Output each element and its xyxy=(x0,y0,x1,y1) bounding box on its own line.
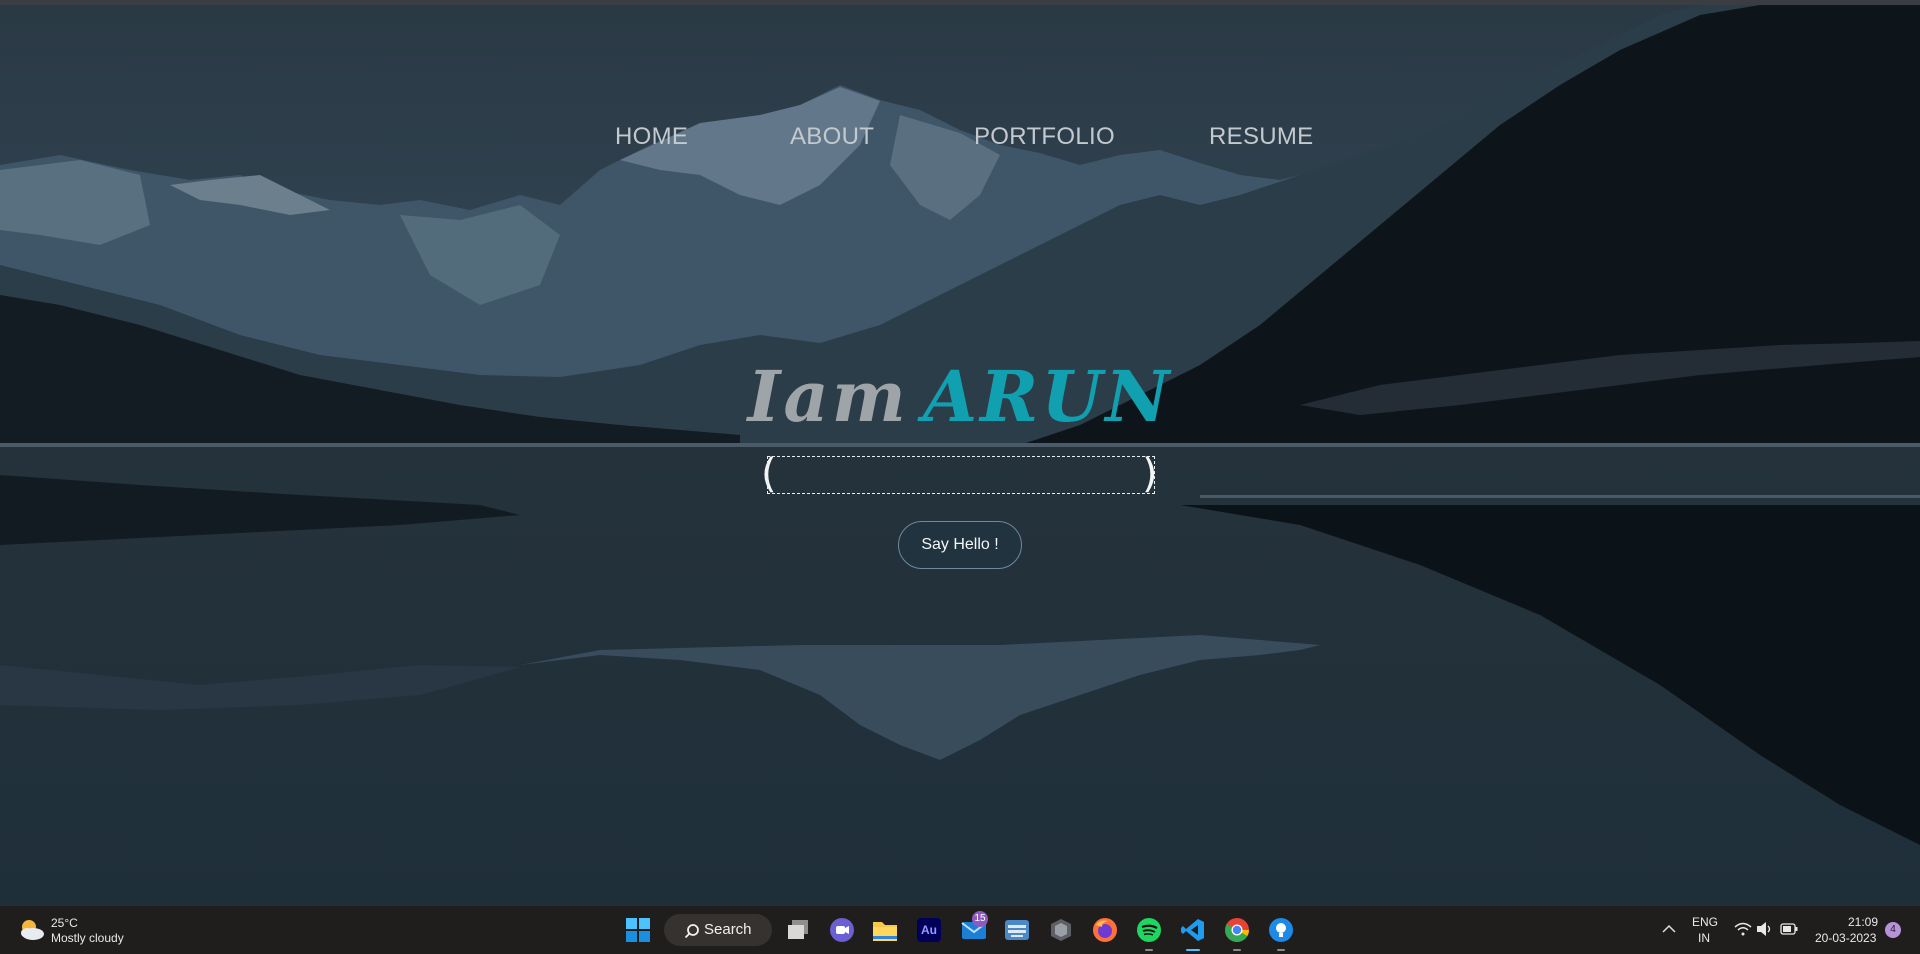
language-label[interactable]: ENG xyxy=(1692,915,1718,929)
wifi-icon[interactable] xyxy=(1734,922,1752,936)
region-label[interactable]: IN xyxy=(1698,931,1710,945)
hero-section: HOME ABOUT PORTFOLIO RESUME Iam ARUN ( ) … xyxy=(0,5,1920,905)
firefox-icon[interactable] xyxy=(1092,917,1118,943)
battery-icon[interactable] xyxy=(1780,923,1798,935)
main-nav: HOME ABOUT PORTFOLIO RESUME xyxy=(0,123,1920,163)
chevron-up-icon[interactable] xyxy=(1662,924,1676,934)
headline-intro: Iam xyxy=(747,355,909,438)
search-icon xyxy=(684,924,699,939)
running-indicator xyxy=(1277,949,1285,951)
clock-date[interactable]: 20-03-2023 xyxy=(1815,931,1876,945)
say-hello-button[interactable]: Say Hello ! xyxy=(898,521,1022,569)
cube-app-icon[interactable] xyxy=(1049,918,1073,942)
notification-badge[interactable]: 4 xyxy=(1885,922,1901,938)
spotify-icon[interactable] xyxy=(1136,917,1162,943)
lightbulb-app-icon[interactable] xyxy=(1268,917,1294,943)
teams-chat-icon[interactable] xyxy=(829,917,855,943)
headline-name: ARUN xyxy=(922,355,1173,438)
partly-cloudy-icon[interactable] xyxy=(16,916,46,942)
typed-box-right-bracket: ) xyxy=(1142,451,1158,497)
hero-headline: Iam ARUN xyxy=(0,355,1920,438)
windows-taskbar: 25°C Mostly cloudy Search Au 15 ENG IN 2… xyxy=(0,905,1920,954)
task-view-icon[interactable] xyxy=(786,918,810,942)
nav-portfolio-link[interactable]: PORTFOLIO xyxy=(974,123,1115,151)
nav-resume-link[interactable]: RESUME xyxy=(1209,123,1313,151)
running-indicator xyxy=(1186,949,1200,951)
vscode-icon[interactable] xyxy=(1180,917,1206,943)
weather-temperature[interactable]: 25°C xyxy=(51,916,78,930)
file-explorer-icon[interactable] xyxy=(872,918,898,942)
mail-badge: 15 xyxy=(972,911,988,927)
search-label: Search xyxy=(704,921,752,938)
nav-about-link[interactable]: ABOUT xyxy=(790,123,874,151)
keyboard-app-icon[interactable] xyxy=(1003,918,1031,942)
taskbar-search-button[interactable]: Search xyxy=(664,914,772,946)
adobe-audition-icon[interactable]: Au xyxy=(917,918,941,942)
weather-description[interactable]: Mostly cloudy xyxy=(51,931,124,945)
clock-time[interactable]: 21:09 xyxy=(1848,915,1878,929)
chrome-icon[interactable] xyxy=(1224,917,1250,943)
nav-home-link[interactable]: HOME xyxy=(615,123,688,151)
volume-icon[interactable] xyxy=(1756,921,1774,937)
windows-start-icon[interactable] xyxy=(626,918,650,942)
running-indicator xyxy=(1233,949,1241,951)
running-indicator xyxy=(1145,949,1153,951)
typewriter-text-box xyxy=(767,456,1155,494)
